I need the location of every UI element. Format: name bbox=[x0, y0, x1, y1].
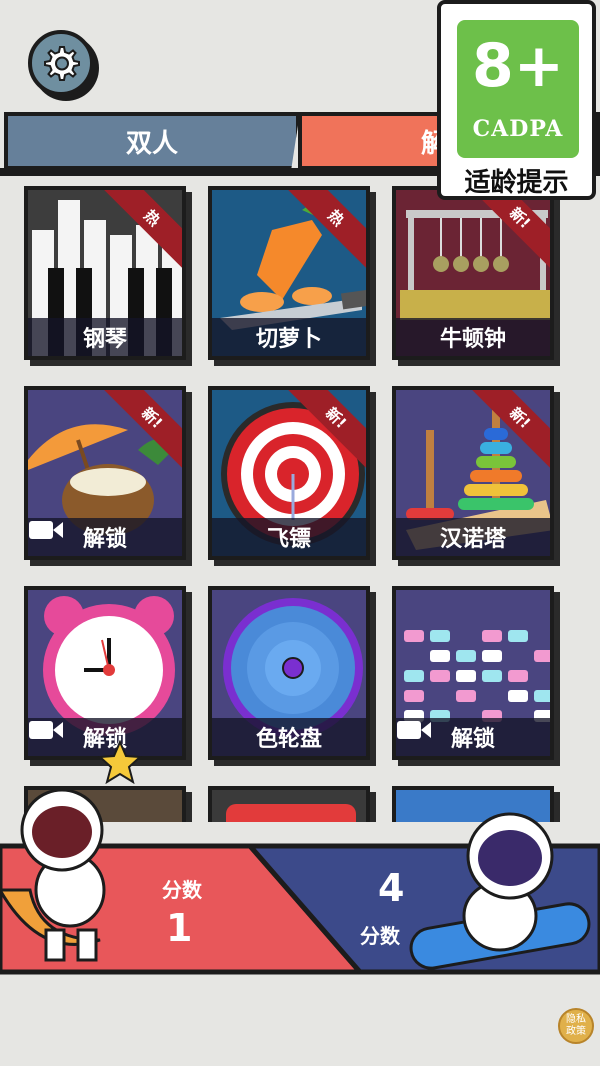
video-icon bbox=[29, 521, 63, 539]
game-card-tiles-locked[interactable]: 解锁 bbox=[392, 586, 554, 760]
game-card-piano[interactable]: 热 钢琴 bbox=[24, 186, 186, 360]
tab-two-player[interactable]: 双人 bbox=[4, 112, 300, 170]
left-score-value: 1 bbox=[166, 906, 193, 950]
game-card-newton-cradle[interactable]: 新! 牛顿钟 bbox=[392, 186, 554, 360]
game-label: 色轮盘 bbox=[212, 718, 366, 756]
game-label: 牛顿钟 bbox=[396, 318, 550, 356]
settings-button[interactable] bbox=[28, 30, 94, 96]
game-card-color-wheel[interactable]: 色轮盘 bbox=[208, 586, 370, 760]
game-card-coconut-locked[interactable]: 新! 解锁 bbox=[24, 386, 186, 560]
video-icon bbox=[397, 721, 431, 739]
game-label: 解锁 bbox=[28, 518, 182, 556]
gear-icon bbox=[44, 46, 80, 81]
right-score-value: 4 bbox=[378, 866, 405, 910]
age-rating-box: 8+ CADPA bbox=[457, 20, 579, 158]
game-label: 解锁 bbox=[396, 718, 550, 756]
age-rating-org: CADPA bbox=[472, 116, 564, 142]
astronaut-right-icon bbox=[409, 812, 591, 970]
age-rating-number: 8+ bbox=[471, 31, 565, 101]
astronaut-left-icon bbox=[0, 790, 106, 962]
game-card-darts[interactable]: 新! 飞镖 bbox=[208, 386, 370, 560]
game-label: 钢琴 bbox=[28, 318, 182, 356]
right-score-label: 分数 bbox=[360, 924, 400, 948]
game-card-cut-carrot[interactable]: 热 切萝卜 bbox=[208, 186, 370, 360]
game-label: 切萝卜 bbox=[212, 318, 366, 356]
privacy-policy-label: 隐私政策 bbox=[566, 1014, 586, 1037]
age-rating-tip: 适龄提示 bbox=[464, 168, 569, 198]
star-icon bbox=[98, 740, 142, 784]
game-label: 汉诺塔 bbox=[396, 518, 550, 556]
tab-two-player-label: 双人 bbox=[125, 128, 178, 159]
privacy-policy-button[interactable]: 隐私政策 bbox=[558, 1008, 594, 1044]
video-icon bbox=[29, 721, 63, 739]
age-rating-badge: 8+ CADPA 适龄提示 bbox=[437, 0, 596, 200]
game-label: 飞镖 bbox=[212, 518, 366, 556]
left-score-label: 分数 bbox=[162, 878, 202, 902]
game-card-clock-locked[interactable]: 解锁 bbox=[24, 586, 186, 760]
game-card-hanoi[interactable]: 新! 汉诺塔 bbox=[392, 386, 554, 560]
